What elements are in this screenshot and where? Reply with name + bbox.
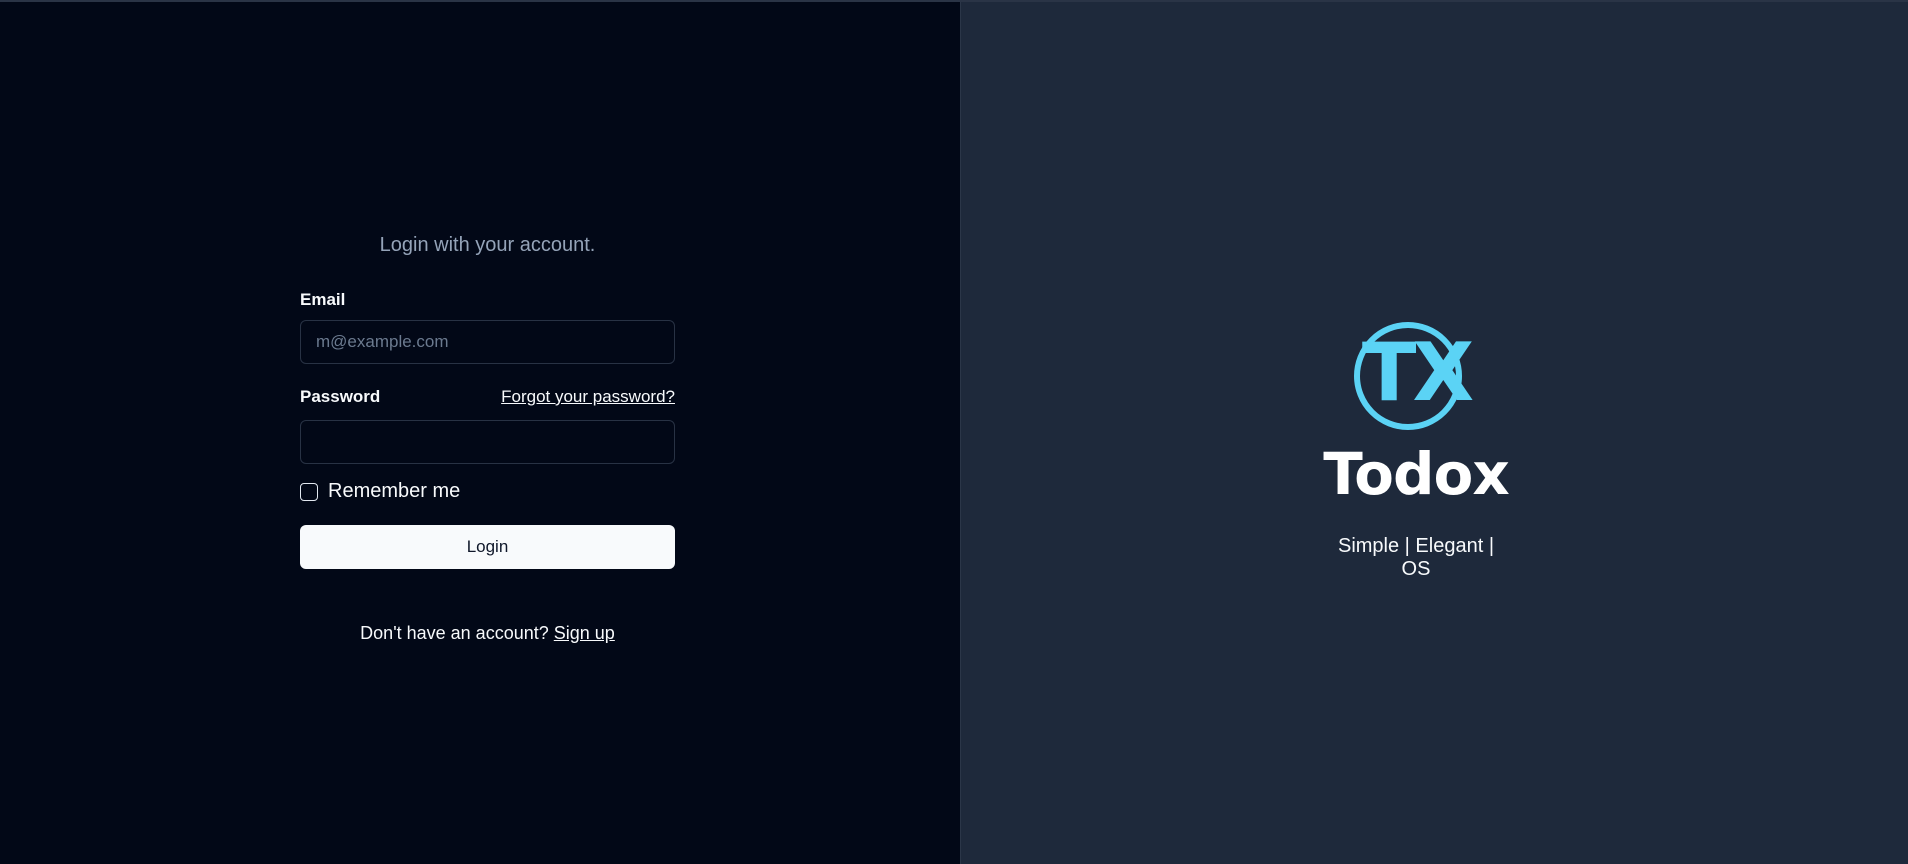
remember-me-row: Remember me: [300, 480, 460, 503]
password-field[interactable]: [300, 420, 675, 464]
signup-prompt-text: Don't have an account?: [360, 623, 549, 643]
brand-name: Todox: [1323, 440, 1509, 508]
remember-me-label[interactable]: Remember me: [328, 480, 460, 503]
forgot-password-link[interactable]: Forgot your password?: [501, 387, 675, 407]
email-label: Email: [300, 290, 346, 309]
brand-tagline: Simple | Elegant | OS: [1337, 535, 1495, 580]
login-page: Login with your account. Email Password …: [0, 0, 1908, 864]
password-label: Password: [300, 387, 381, 406]
brand-block: TX Todox Simple | Elegant | OS: [1321, 320, 1511, 580]
email-field[interactable]: [300, 320, 675, 364]
logo-text: TX: [1362, 326, 1474, 419]
tx-circle-logo-icon: TX: [1354, 322, 1477, 430]
signup-link[interactable]: Sign up: [554, 623, 615, 643]
login-subtitle: Login with your account.: [379, 234, 596, 256]
login-button[interactable]: Login: [300, 525, 675, 569]
login-pane: Login with your account. Email Password …: [0, 2, 960, 864]
brand-pane: TX Todox Simple | Elegant | OS: [960, 2, 1908, 864]
remember-me-checkbox[interactable]: [300, 482, 318, 501]
signup-prompt: Don't have an account? Sign up: [300, 623, 675, 644]
